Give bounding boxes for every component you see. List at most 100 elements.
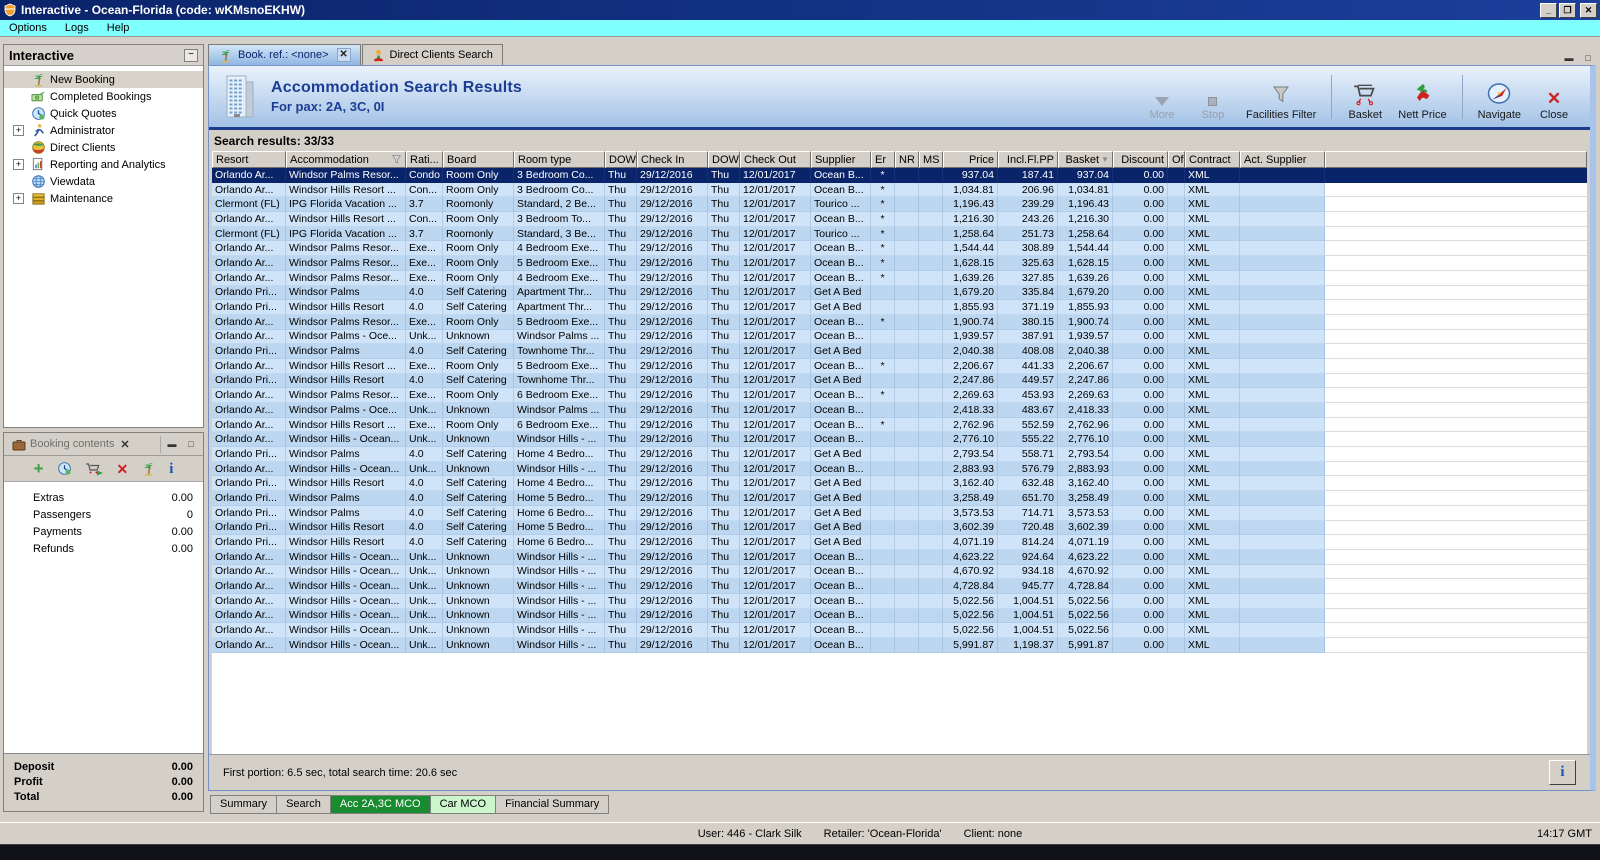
nett-price-button[interactable]: Nett Price <box>1398 73 1447 121</box>
expand-icon[interactable]: + <box>13 159 24 170</box>
bottom-tab-search[interactable]: Search <box>277 795 331 814</box>
table-row[interactable]: Orlando Ar... Windsor Hills - Ocean... Unk… <box>212 593 1587 609</box>
table-row[interactable]: Orlando Pri... Windsor Palms 4.0 Self Cater… <box>212 285 1587 301</box>
table-row[interactable]: Orlando Ar... Windsor Hills - Ocean... Unk… <box>212 623 1587 638</box>
column-header-price[interactable]: Price <box>943 151 998 168</box>
table-row[interactable]: Orlando Pri... Windsor Palms 4.0 Self Cater… <box>212 344 1587 359</box>
table-row[interactable]: Orlando Ar... Windsor Hills Resort ... Con… <box>212 182 1587 198</box>
menu-options[interactable]: Options <box>0 21 56 35</box>
booking-contents-tab[interactable]: Booking contents ✕ <box>8 435 161 453</box>
column-header-discount[interactable]: Discount <box>1113 151 1168 168</box>
collapse-panel-button[interactable]: − <box>184 48 198 62</box>
column-header-act-supplier[interactable]: Act. Supplier <box>1240 151 1325 168</box>
menu-logs[interactable]: Logs <box>56 21 98 35</box>
table-row[interactable]: Orlando Ar... Windsor Palms Resor... Exe..… <box>212 388 1587 403</box>
column-header-dow[interactable]: DOW <box>708 151 740 168</box>
delete-item-button[interactable]: ✕ <box>117 462 129 476</box>
table-row[interactable]: Orlando Ar... Windsor Palms Resor... Exe..… <box>212 314 1587 330</box>
minimize-window-button[interactable]: _ <box>1540 2 1557 18</box>
column-header-room-type[interactable]: Room type <box>514 151 605 168</box>
tab-booking-ref[interactable]: Book. ref.: <none> ✕ <box>208 44 361 65</box>
bottom-tab-acc-2a-3c-mco[interactable]: Acc 2A,3C MCO <box>330 795 431 814</box>
table-row[interactable]: Orlando Pri... Windsor Hills Resort 4.0 Sel… <box>212 476 1587 492</box>
info-button[interactable]: i <box>1549 760 1576 785</box>
table-row[interactable]: Orlando Pri... Windsor Hills Resort 4.0 Sel… <box>212 373 1587 389</box>
table-row[interactable]: Orlando Ar... Windsor Palms Resor... Exe..… <box>212 241 1587 257</box>
expand-icon[interactable]: + <box>13 125 24 136</box>
navigate-button[interactable]: Navigate <box>1478 73 1521 121</box>
table-row[interactable]: Orlando Pri... Windsor Palms 4.0 Self Cater… <box>212 447 1587 462</box>
close-booking-contents-icon[interactable]: ✕ <box>120 438 129 451</box>
bottom-tab-car-mco[interactable]: Car MCO <box>430 795 497 814</box>
table-row[interactable]: Orlando Pri... Windsor Palms 4.0 Self Cater… <box>212 505 1587 521</box>
minimize-view-button[interactable]: ▬ <box>1561 52 1577 65</box>
table-row[interactable]: Orlando Ar... Windsor Palms - Oce... Unk..… <box>212 329 1587 345</box>
sidebar-item-quick-quotes[interactable]: Quick Quotes <box>4 105 203 122</box>
table-row[interactable]: Orlando Ar... Windsor Hills - Ocean... Unk… <box>212 579 1587 594</box>
column-header-check-in[interactable]: Check In <box>637 151 708 168</box>
column-header-accommodation[interactable]: Accommodation <box>286 151 406 168</box>
restore-window-button[interactable]: ❐ <box>1559 2 1576 18</box>
minimize-panel-button[interactable]: ▬ <box>164 438 180 451</box>
close-tab-icon[interactable]: ✕ <box>336 48 351 62</box>
sidebar-item-completed-bookings[interactable]: Completed Bookings <box>4 88 203 105</box>
basket-button[interactable]: Basket <box>1347 73 1383 121</box>
column-header-nr[interactable]: NR <box>895 151 919 168</box>
sidebar-item-administrator[interactable]: + Administrator <box>4 122 203 139</box>
expand-icon[interactable]: + <box>13 193 24 204</box>
table-row[interactable]: Orlando Ar... Windsor Hills - Ocean... Unk… <box>212 638 1587 653</box>
stop-button[interactable]: Stop <box>1195 73 1231 121</box>
table-row[interactable]: Orlando Ar... Windsor Palms Resor... Condo… <box>212 168 1587 183</box>
sidebar-item-new-booking[interactable]: New Booking <box>4 71 203 88</box>
column-header-board[interactable]: Board <box>443 151 514 168</box>
column-header-basket[interactable]: Basket ▼ <box>1058 151 1113 168</box>
maximize-panel-button[interactable]: □ <box>183 438 199 451</box>
table-row[interactable]: Orlando Ar... Windsor Palms - Oce... Unk..… <box>212 403 1587 418</box>
move-to-basket-button[interactable] <box>85 461 104 477</box>
table-row[interactable]: Orlando Ar... Windsor Hills Resort ... Con… <box>212 212 1587 227</box>
maximize-view-button[interactable]: □ <box>1580 52 1596 65</box>
column-header-check-out[interactable]: Check Out <box>740 151 811 168</box>
table-row[interactable]: Orlando Ar... Windsor Hills - Ocean... Unk… <box>212 549 1587 565</box>
column-header-of[interactable]: Of <box>1168 151 1185 168</box>
list-item[interactable]: Extras 0.00 <box>4 489 203 506</box>
table-row[interactable]: Orlando Pri... Windsor Hills Resort 4.0 Sel… <box>212 300 1587 315</box>
table-row[interactable]: Clermont (FL) IPG Florida Vacation ... 3.7… <box>212 226 1587 242</box>
info-button[interactable]: i <box>169 461 173 476</box>
more-button[interactable]: More <box>1144 73 1180 121</box>
table-row[interactable]: Orlando Ar... Windsor Hills Resort ... Exe… <box>212 358 1587 374</box>
table-row[interactable]: Orlando Pri... Windsor Hills Resort 4.0 Sel… <box>212 520 1587 536</box>
table-row[interactable]: Orlando Ar... Windsor Hills - Ocean... Unk… <box>212 432 1587 448</box>
holiday-button[interactable] <box>141 461 156 476</box>
bottom-tab-financial-summary[interactable]: Financial Summary <box>496 795 610 814</box>
sidebar-item-reporting-and-analytics[interactable]: + Reporting and Analytics <box>4 156 203 173</box>
menu-help[interactable]: Help <box>98 21 139 35</box>
table-row[interactable]: Orlando Ar... Windsor Hills - Ocean... Unk… <box>212 564 1587 580</box>
list-item[interactable]: Passengers 0 <box>4 506 203 523</box>
list-item[interactable]: Payments 0.00 <box>4 523 203 540</box>
column-header-supplier[interactable]: Supplier <box>811 151 871 168</box>
list-item[interactable]: Refunds 0.00 <box>4 540 203 557</box>
table-row[interactable]: Orlando Ar... Windsor Hills - Ocean... Unk… <box>212 461 1587 477</box>
table-row[interactable]: Orlando Pri... Windsor Palms 4.0 Self Cater… <box>212 491 1587 506</box>
column-header-contract[interactable]: Contract <box>1185 151 1240 168</box>
facilities-filter-button[interactable]: Facilities Filter <box>1246 73 1316 121</box>
sidebar-item-direct-clients[interactable]: Direct Clients <box>4 139 203 156</box>
column-header-ms[interactable]: MS <box>919 151 943 168</box>
column-header-dow[interactable]: DOW <box>605 151 637 168</box>
table-row[interactable]: Orlando Ar... Windsor Palms Resor... Exe..… <box>212 256 1587 271</box>
table-row[interactable]: Clermont (FL) IPG Florida Vacation ... 3.7… <box>212 197 1587 213</box>
quote-button[interactable] <box>57 461 72 476</box>
table-row[interactable]: Orlando Ar... Windsor Hills Resort ... Exe… <box>212 417 1587 433</box>
sidebar-item-maintenance[interactable]: + Maintenance <box>4 190 203 207</box>
table-row[interactable]: Orlando Ar... Windsor Hills - Ocean... Unk… <box>212 608 1587 624</box>
add-item-button[interactable]: + <box>34 460 44 477</box>
table-row[interactable]: Orlando Pri... Windsor Hills Resort 4.0 Sel… <box>212 535 1587 550</box>
table-row[interactable]: Orlando Ar... Windsor Palms Resor... Exe..… <box>212 270 1587 286</box>
bottom-tab-summary[interactable]: Summary <box>210 795 278 814</box>
close-results-button[interactable]: ✕ Close <box>1536 73 1572 121</box>
column-header-rati[interactable]: Rati... <box>406 151 443 168</box>
tab-direct-clients-search[interactable]: Direct Clients Search <box>361 44 503 65</box>
close-window-button[interactable]: ✕ <box>1580 2 1597 18</box>
column-header-er[interactable]: Er <box>871 151 895 168</box>
